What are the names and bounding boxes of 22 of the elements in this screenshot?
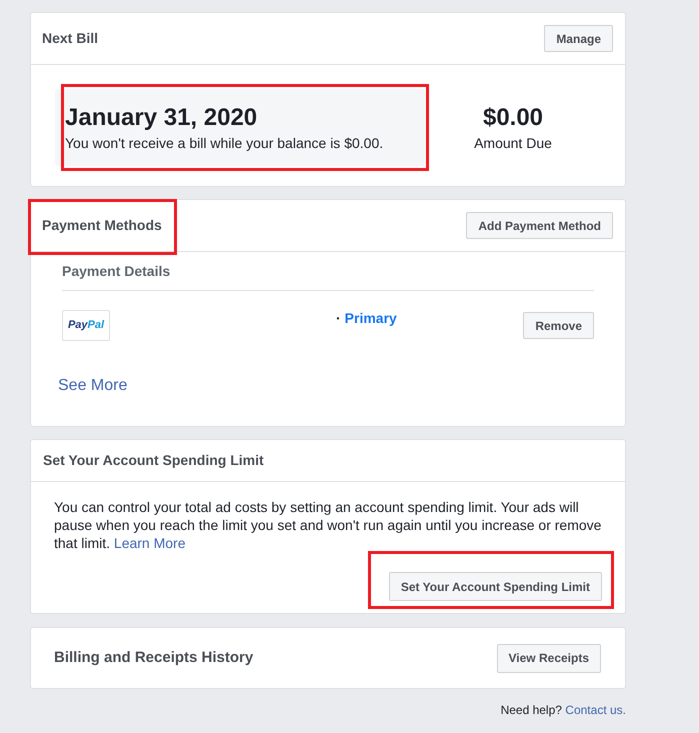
card-title: Billing and Receipts History xyxy=(54,648,254,668)
amount-value: $0.00 xyxy=(482,104,544,132)
manage-button[interactable]: Manage xyxy=(544,25,613,52)
add-payment-method-button[interactable]: Add Payment Method xyxy=(466,212,613,239)
amount-label: Amount Due xyxy=(474,134,552,152)
card-title: Set Your Account Spending Limit xyxy=(43,451,264,470)
set-spending-limit-button[interactable]: Set Your Account Spending Limit xyxy=(388,572,602,601)
separator-dot: · xyxy=(336,310,341,326)
remove-button[interactable]: Remove xyxy=(523,312,594,339)
card-title: Payment Methods xyxy=(42,216,162,232)
help-text: Need help? Contact us. xyxy=(500,702,626,718)
spending-limit-description: You can control your total ad costs by setting an account spending limit. Your ads will pause when you reach the limit you set and won't run again until you increase or remove that limit. Learn More xyxy=(54,498,602,552)
primary-label: Primary xyxy=(344,310,397,326)
learn-more-link[interactable]: Learn More xyxy=(114,535,186,551)
paypal-logo: PayPal xyxy=(62,310,110,341)
card-title: Next Bill xyxy=(42,29,98,48)
view-receipts-button[interactable]: View Receipts xyxy=(496,644,601,672)
see-more-link[interactable]: See More xyxy=(58,377,128,394)
bill-date: January 31, 2020 xyxy=(65,104,258,132)
section-heading: Payment Details xyxy=(62,262,170,281)
bill-note: You won't receive a bill while your balance is $0.00. xyxy=(65,134,384,152)
contact-us-link[interactable]: Contact us. xyxy=(565,703,626,717)
